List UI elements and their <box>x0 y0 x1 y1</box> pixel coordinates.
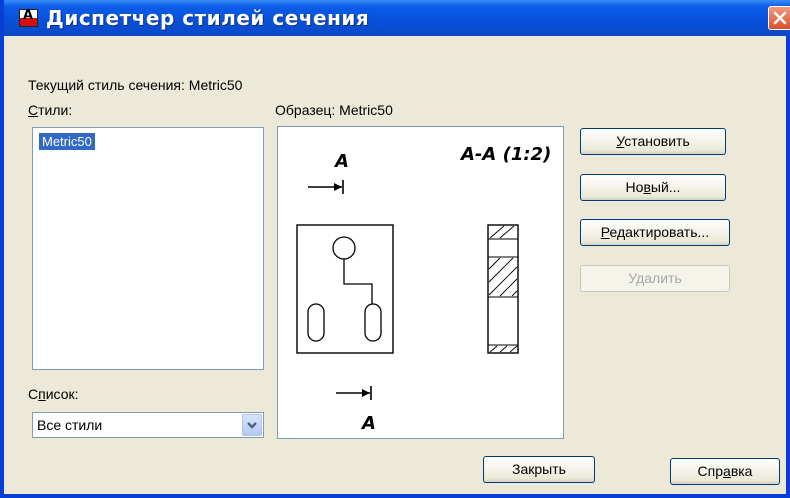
cut-letter-bottom: А <box>360 413 376 434</box>
edit-style-button[interactable]: Редактировать... <box>580 219 730 246</box>
new-button-label-rest: ый... <box>650 179 681 195</box>
close-icon <box>773 11 787 25</box>
help-button-label-rest: вка <box>730 463 753 479</box>
current-style-label: Текущий стиль сечения: Metric50 <box>28 77 243 93</box>
cut-letter-top: А <box>333 151 349 172</box>
app-icon-letter: A <box>23 8 34 23</box>
section-style-preview: А-А (1:2) А А <box>277 126 564 439</box>
section-title-text: А-А (1:2) <box>459 144 551 165</box>
close-button[interactable]: Закрыть <box>483 456 595 483</box>
preview-drawing: А-А (1:2) А А <box>296 144 551 434</box>
dialog-window: A Диспетчер стилей сечения Текущий стиль… <box>0 0 790 498</box>
cut-arrow-top <box>308 180 344 194</box>
close-window-button[interactable] <box>768 6 790 30</box>
styles-label-text: тили: <box>38 102 73 118</box>
delete-style-button[interactable]: Удалить <box>580 265 730 292</box>
cut-arrow-bottom <box>336 386 372 400</box>
new-button-label-pre: Но <box>625 179 644 195</box>
help-button[interactable]: Справка <box>670 458 780 485</box>
edit-button-accesskey: Р <box>600 224 610 240</box>
autocad-app-icon: A <box>19 8 38 27</box>
list-filter-dropdown[interactable]: Все стили <box>32 412 264 438</box>
help-button-label-pre: Спр <box>697 463 724 479</box>
edit-button-label: едактировать... <box>609 224 710 240</box>
list-filter-label-pre: С <box>28 386 39 402</box>
section-view-hatched <box>487 224 519 354</box>
window-title: Диспетчер стилей сечения <box>46 6 370 30</box>
list-filter-label-accesskey: п <box>38 386 46 402</box>
chevron-down-icon <box>247 422 257 429</box>
list-item[interactable]: Metric50 <box>39 133 95 150</box>
set-current-button[interactable]: Установить <box>580 128 726 155</box>
styles-label-accesskey: С <box>28 102 39 118</box>
list-filter-value: Все стили <box>37 417 103 433</box>
new-style-button[interactable]: Новый... <box>580 174 726 201</box>
preview-label: Образец: Metric50 <box>275 102 393 118</box>
list-filter-label: Список: <box>28 386 79 402</box>
front-view-part <box>296 224 394 354</box>
delete-button-label-rest: алить <box>644 270 682 286</box>
delete-button-label-pre: У <box>628 270 637 286</box>
help-button-accesskey: а <box>723 463 731 479</box>
new-button-accesskey: в <box>643 179 651 195</box>
title-bar[interactable]: A Диспетчер стилей сечения <box>4 0 790 36</box>
list-filter-label-rest: исок: <box>45 386 79 402</box>
styles-listbox[interactable]: Metric50 <box>32 127 264 370</box>
styles-label: Стили: <box>28 102 72 118</box>
dropdown-arrow-button[interactable] <box>242 414 262 436</box>
set-button-label: становить <box>624 133 690 149</box>
